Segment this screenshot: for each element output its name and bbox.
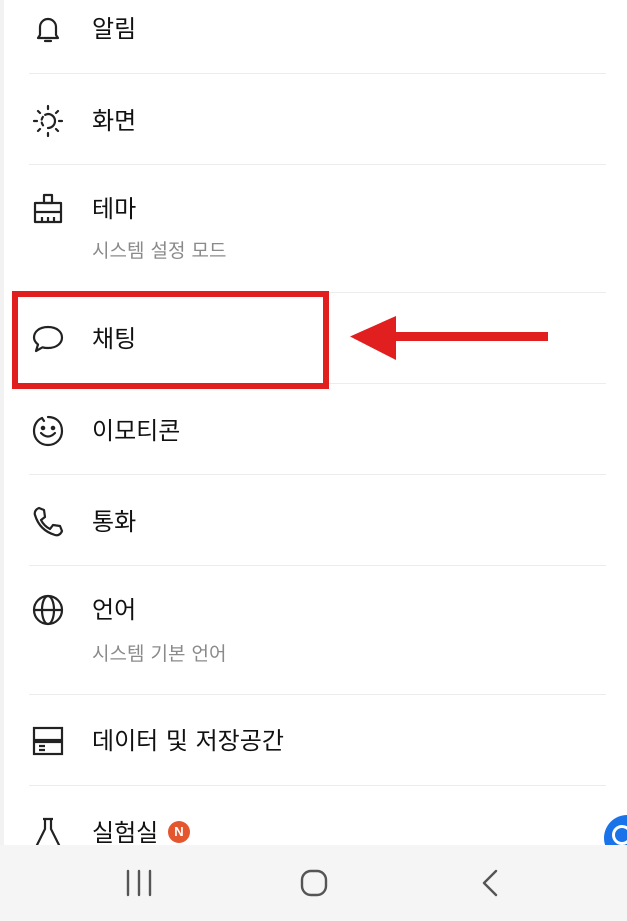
settings-item-label: 통화 [92,508,137,536]
settings-item-emoticon[interactable]: 이모티콘 [0,384,627,474]
settings-screen: 알림 화면 테마 시스템 설정 모드 채팅 이모티콘 통화 언어 시스템 기본 … [0,0,627,921]
new-badge: N [168,821,190,843]
settings-item-label: 실험실 [92,819,159,845]
settings-item-sublabel: 시스템 설정 모드 [92,240,227,262]
settings-item-display[interactable]: 화면 [0,74,627,164]
back-icon[interactable] [470,865,510,901]
settings-item-notifications[interactable]: 알림 [0,0,627,73]
settings-item-storage[interactable]: 데이터 및 저장공간 [0,695,627,785]
brightness-icon [31,104,65,138]
paint-brush-icon [31,192,65,226]
system-navigation-bar [0,845,627,921]
settings-item-label: 알림 [92,15,137,43]
settings-item-theme[interactable]: 테마 시스템 설정 모드 [0,165,627,292]
settings-item-label: 언어 [92,596,137,624]
globe-icon [31,593,65,627]
settings-item-sublabel: 시스템 기본 언어 [92,643,227,665]
recent-apps-icon[interactable] [119,865,159,901]
settings-item-labs[interactable]: 실험실 N [0,786,627,845]
home-icon[interactable] [294,865,334,901]
highlight-box [12,291,329,389]
phone-icon [31,505,65,539]
settings-item-label: 데이터 및 저장공간 [92,727,284,755]
bell-icon [31,12,65,46]
settings-item-language[interactable]: 언어 시스템 기본 언어 [0,566,627,694]
storage-icon [31,724,65,758]
arrow-left-icon [350,316,548,360]
settings-item-label: 이모티콘 [92,417,181,445]
settings-item-label: 테마 [92,195,137,223]
smiley-icon [31,414,65,448]
flask-icon [31,816,65,845]
settings-item-label: 화면 [92,107,137,135]
settings-item-call[interactable]: 통화 [0,475,627,565]
